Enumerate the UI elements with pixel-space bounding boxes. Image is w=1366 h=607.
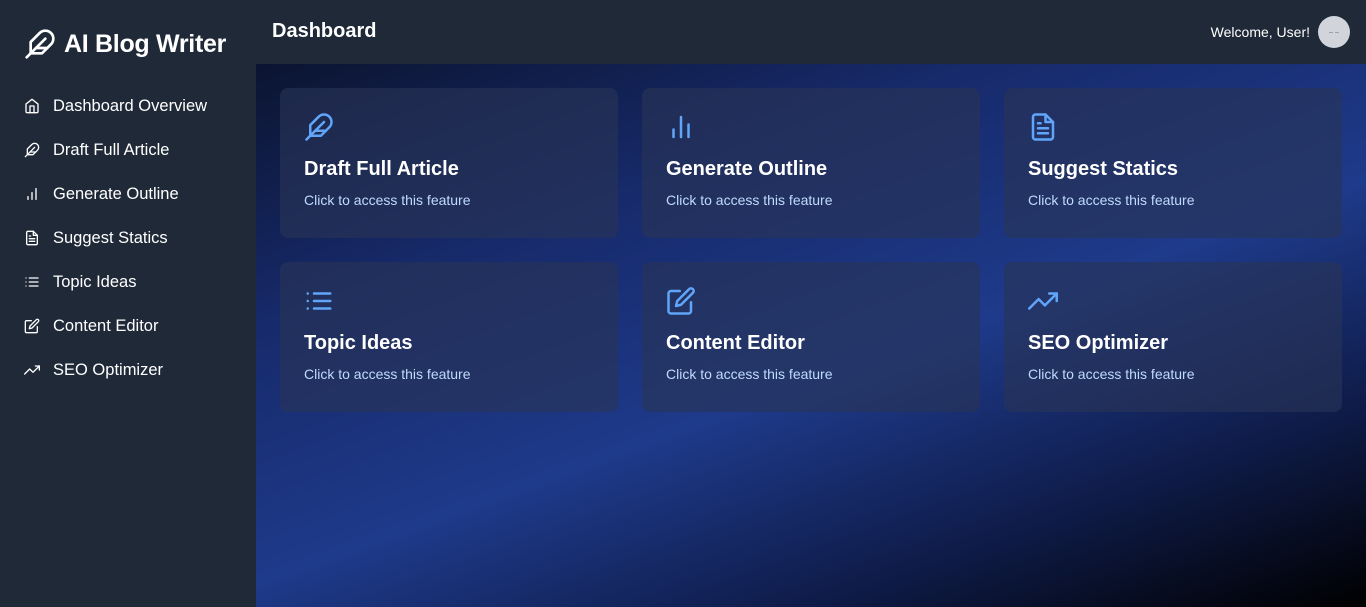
sidebar-item-label: Generate Outline (53, 184, 179, 203)
card-subtitle: Click to access this feature (666, 366, 833, 382)
trending-up-icon (1028, 292, 1058, 310)
card-title: Generate Outline (666, 158, 828, 180)
sidebar-item-label: Suggest Statics (53, 228, 168, 247)
card-subtitle: Click to access this feature (1028, 366, 1195, 382)
bar-chart-icon (672, 115, 690, 139)
sidebar-item-dashboard-overview[interactable]: Dashboard Overview (0, 84, 256, 128)
feature-card-suggest-statics[interactable]: Suggest Statics Click to access this fea… (1004, 88, 1342, 238)
card-subtitle: Click to access this feature (304, 192, 471, 208)
feature-card-seo-optimizer[interactable]: SEO Optimizer Click to access this featu… (1004, 262, 1342, 412)
feather-icon (24, 142, 40, 158)
card-title: Draft Full Article (304, 158, 459, 180)
home-icon (25, 98, 39, 114)
sidebar-item-content-editor[interactable]: Content Editor (0, 304, 256, 348)
file-text-icon (1031, 113, 1055, 141)
page-title: Dashboard (272, 20, 377, 42)
edit-icon (24, 318, 40, 334)
sidebar-item-suggest-statics[interactable]: Suggest Statics (0, 216, 256, 260)
sidebar-item-seo-optimizer[interactable]: SEO Optimizer (0, 348, 256, 392)
feature-card-generate-outline[interactable]: Generate Outline Click to access this fe… (642, 88, 980, 238)
card-title: Content Editor (666, 332, 805, 354)
card-title: Topic Ideas (304, 332, 413, 354)
card-subtitle: Click to access this feature (666, 192, 833, 208)
sidebar-item-topic-ideas[interactable]: Topic Ideas (0, 260, 256, 304)
card-subtitle: Click to access this feature (1028, 192, 1195, 208)
file-text-icon (26, 230, 38, 246)
feather-icon (25, 29, 55, 59)
feather-icon (305, 113, 333, 141)
sidebar-item-label: Topic Ideas (53, 272, 137, 291)
list-icon (306, 292, 332, 310)
sidebar: AI Blog Writer Dashboard Overview Draft … (0, 0, 256, 607)
sidebar-item-label: Content Editor (53, 316, 159, 335)
sidebar-item-generate-outline[interactable]: Generate Outline (0, 172, 256, 216)
card-title: Suggest Statics (1028, 158, 1179, 180)
sidebar-nav: Dashboard Overview Draft Full Article Ge… (0, 84, 256, 392)
sidebar-item-label: Draft Full Article (53, 140, 170, 159)
list-icon (25, 277, 39, 287)
welcome-text: Welcome, User! (1210, 24, 1310, 40)
app-title: AI Blog Writer (64, 29, 227, 58)
sidebar-item-draft-full-article[interactable]: Draft Full Article (0, 128, 256, 172)
trending-up-icon (24, 365, 40, 375)
feature-card-content-editor[interactable]: Content Editor Click to access this feat… (642, 262, 980, 412)
feature-card-topic-ideas[interactable]: Topic Ideas Click to access this feature (280, 262, 618, 412)
top-bar: Dashboard Welcome, User! (256, 0, 1366, 64)
avatar[interactable] (1318, 16, 1350, 48)
edit-icon (667, 287, 695, 315)
brand[interactable]: AI Blog Writer (24, 26, 226, 62)
feature-grid: Draft Full Article Click to access this … (280, 88, 1342, 412)
main-content: Draft Full Article Click to access this … (256, 64, 1366, 607)
feature-card-draft-full-article[interactable]: Draft Full Article Click to access this … (280, 88, 618, 238)
sidebar-item-label: SEO Optimizer (53, 360, 164, 379)
bar-chart-icon (27, 188, 37, 200)
card-title: SEO Optimizer (1028, 332, 1169, 354)
card-subtitle: Click to access this feature (304, 366, 471, 382)
sidebar-item-label: Dashboard Overview (53, 96, 208, 115)
